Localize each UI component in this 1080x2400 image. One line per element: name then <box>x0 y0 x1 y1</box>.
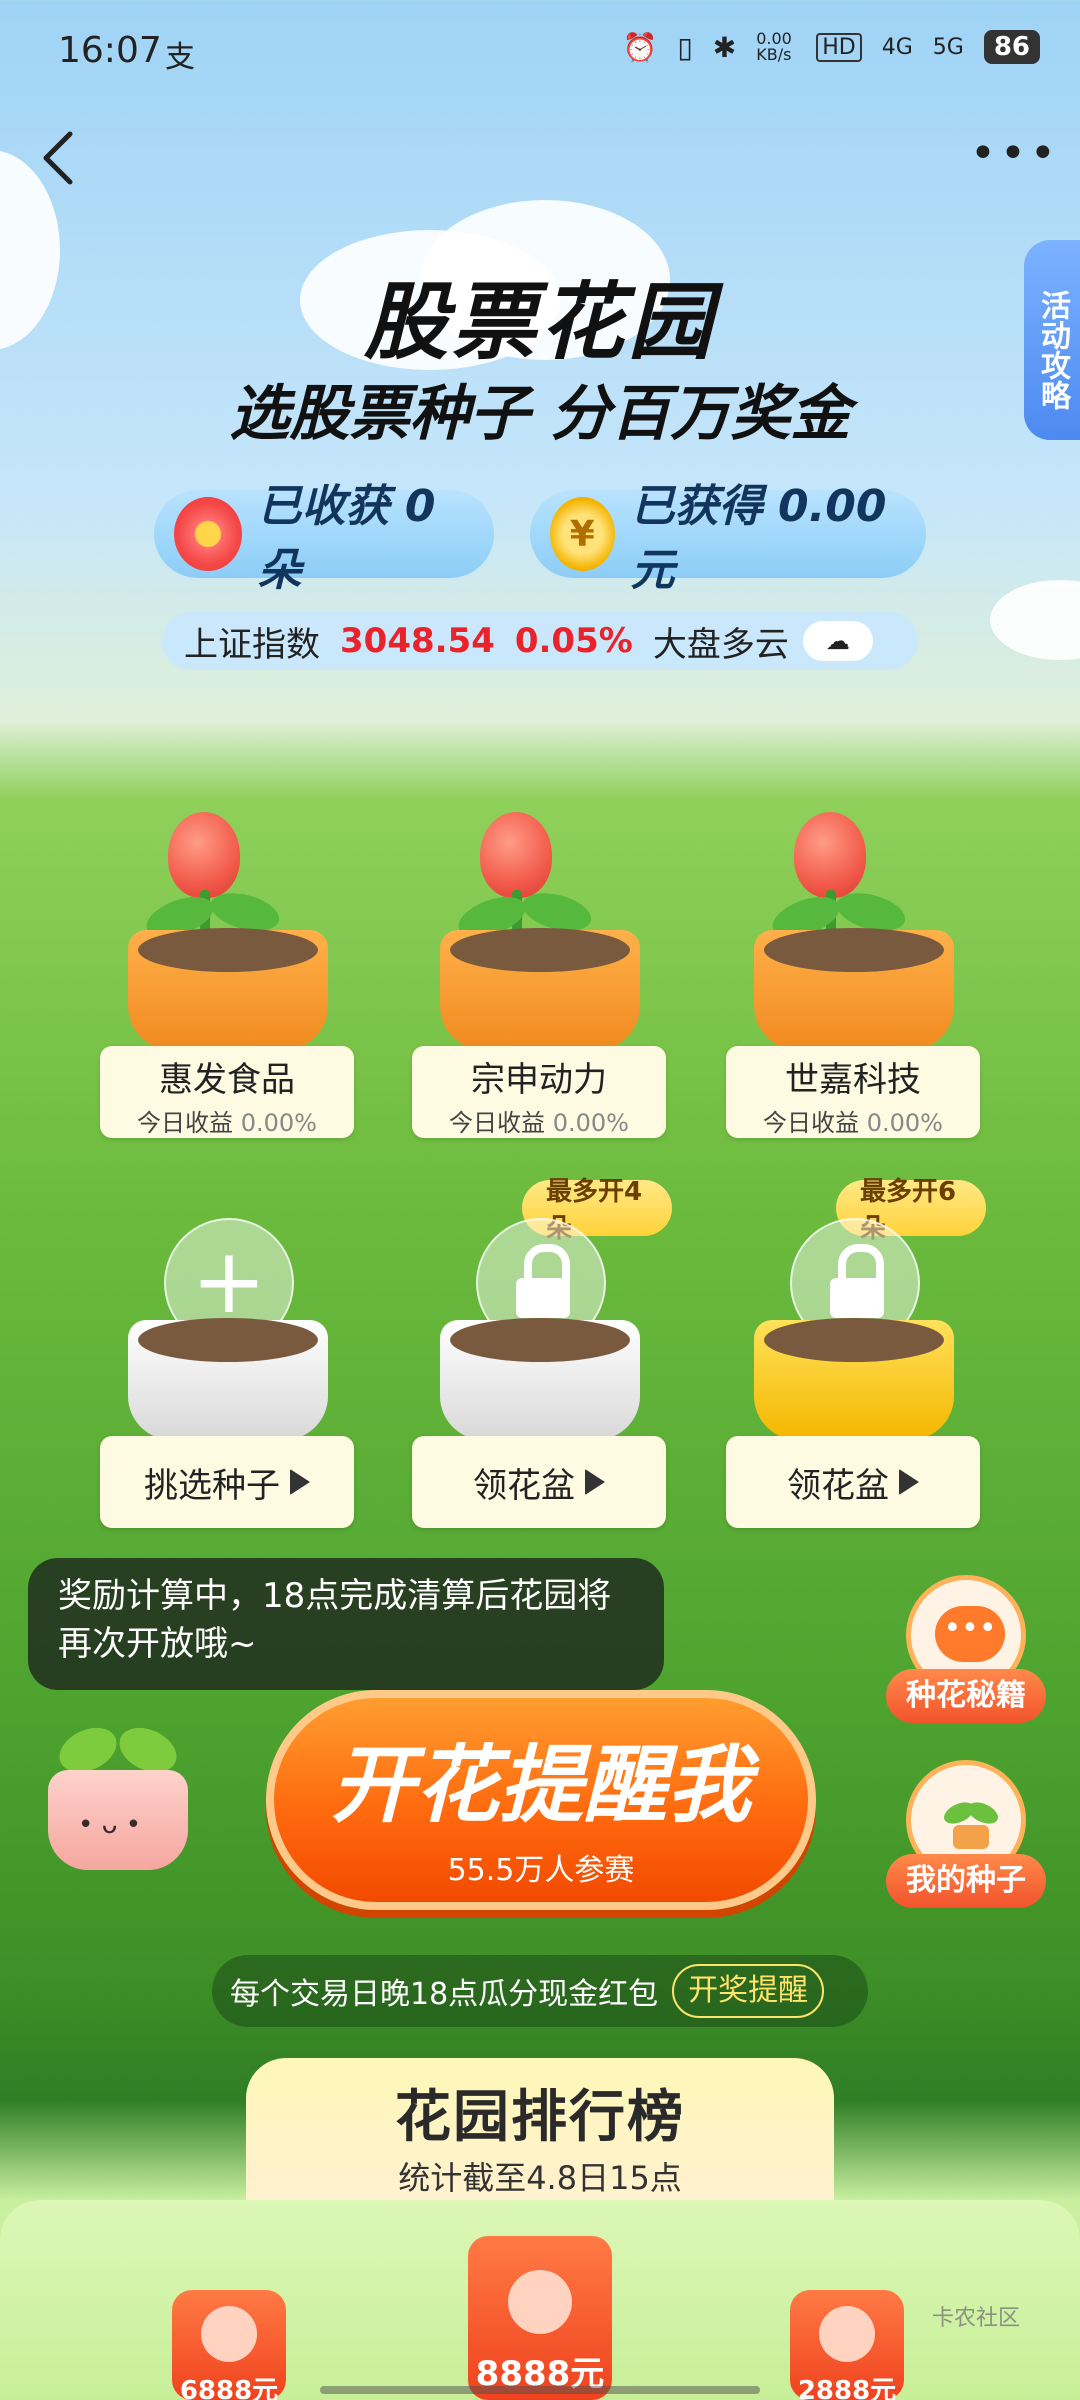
clock: 16:07 <box>58 30 162 71</box>
action-label: 挑选种子 <box>144 1465 280 1506</box>
empty-pot-locked-2[interactable]: 最多开6朵 领花盆 <box>726 1177 986 1530</box>
planting-tips-label: 种花秘籍 <box>886 1669 1046 1723</box>
prize-envelope-2nd[interactable]: 6888元 <box>172 2290 286 2400</box>
empty-pot-pick-seed[interactable]: + 挑选种子 <box>100 1180 360 1530</box>
stock-name: 宗申动力 <box>471 1060 607 1100</box>
hd-icon: HD <box>816 32 862 62</box>
earn-value: 0.00% <box>240 1109 317 1137</box>
earn-value: 0.00% <box>552 1109 629 1137</box>
stock-card: 宗申动力 今日收益 0.00% <box>412 1046 666 1138</box>
tulip-icon <box>168 812 240 898</box>
index-value: 3048.54 <box>340 621 495 661</box>
daily-notice-bar: 每个交易日晚18点瓜分现金红包 开奖提醒 <box>212 1955 868 2027</box>
alarm-icon: ⏰ <box>622 30 658 64</box>
battery-icon: 86 <box>983 30 1040 64</box>
net-speed: 0.00 KB/s <box>756 29 792 64</box>
my-seeds-button[interactable]: 我的种子 <box>886 1760 1046 1908</box>
index-name: 上证指数 <box>184 624 320 665</box>
harvested-text: 已收获 0 朵 <box>257 481 436 596</box>
signal-5g-icon: 5G <box>932 34 964 60</box>
harvested-pill: 已收获 0 朵 <box>154 481 494 596</box>
bluetooth-icon: ✱ <box>712 30 737 64</box>
watermark: 卡农社区 <box>931 2306 1020 2331</box>
coin-icon: ¥ <box>550 497 615 571</box>
draw-reminder-button[interactable]: 开奖提醒 <box>672 1964 825 2018</box>
more-button[interactable]: ••• <box>970 128 1056 188</box>
mascot-image: • ᴗ • <box>38 1719 198 1870</box>
chevron-left-icon <box>43 131 73 185</box>
bloom-reminder-button[interactable]: 开花提醒我 55.5万人参赛 <box>266 1690 816 1910</box>
vibrate-icon: ▯ <box>677 30 693 64</box>
status-bar: 16:07 支 ⏰ ▯ ✱ 0.00 KB/s HD 4G 5G 86 <box>0 0 1080 110</box>
signal-4g-icon: 4G <box>881 34 913 60</box>
ranking-subtitle: 统计截至4.8日15点 <box>398 2159 682 2197</box>
action-label: 领花盆 <box>787 1465 889 1506</box>
planted-pot-2[interactable]: 宗申动力 今日收益 0.00% <box>412 800 672 1150</box>
prize-envelope-1st[interactable]: 8888元 <box>468 2236 612 2400</box>
earn-label: 今日收益 <box>449 1109 546 1137</box>
market-index-bar: 上证指数 3048.54 0.05% 大盘多云 ☁ <box>162 612 918 670</box>
ranking-header: 花园排行榜 统计截至4.8日15点 <box>246 2058 834 2208</box>
earn-label: 今日收益 <box>137 1109 234 1137</box>
prize-amount: 2888元 <box>797 2376 897 2400</box>
flower-emblem-icon <box>508 2270 572 2334</box>
alipay-icon: 支 <box>165 40 195 75</box>
prize-amount: 6888元 <box>179 2376 279 2400</box>
flower-emblem-icon <box>201 2306 257 2362</box>
earned-pill: ¥ 已获得 0.00 元 <box>530 481 926 596</box>
play-icon <box>290 1469 310 1495</box>
cloud-icon: ☁ <box>802 621 873 661</box>
pick-seed-button[interactable]: 挑选种子 <box>100 1436 354 1528</box>
stock-name: 世嘉科技 <box>785 1060 921 1100</box>
prize-envelope-3rd[interactable]: 2888元 <box>790 2290 904 2400</box>
page-subtitle: 选股票种子 分百万奖金 <box>229 379 851 449</box>
bloom-reminder-label: 开花提醒我 <box>330 1736 751 1834</box>
tulip-icon <box>794 812 866 898</box>
empty-pot-locked-1[interactable]: 最多开4朵 领花盆 <box>412 1177 672 1530</box>
earn-label: 今日收益 <box>763 1109 860 1137</box>
get-pot-button[interactable]: 领花盆 <box>412 1436 666 1528</box>
flower-emblem-icon <box>819 2306 875 2362</box>
market-weather: 大盘多云 <box>652 624 789 665</box>
notice-text: 每个交易日晚18点瓜分现金红包 <box>230 1977 659 2012</box>
home-indicator[interactable] <box>320 2386 760 2394</box>
stock-card: 惠发食品 今日收益 0.00% <box>100 1046 354 1138</box>
tulip-icon <box>480 812 552 898</box>
sprout-icon <box>941 1795 1001 1851</box>
planted-pot-1[interactable]: 惠发食品 今日收益 0.00% <box>100 800 360 1150</box>
my-seeds-label: 我的种子 <box>886 1854 1046 1908</box>
index-change: 0.05% <box>514 621 633 661</box>
chat-icon: ••• <box>935 1606 1005 1662</box>
participants-count: 55.5万人参赛 <box>447 1853 635 1888</box>
flower-icon <box>174 497 242 571</box>
ranking-title: 花园排行榜 <box>395 2085 685 2150</box>
earned-text: 已获得 0.00 元 <box>630 481 887 596</box>
ranking-panel: 6888元 8888元 2888元 <box>0 2200 1080 2400</box>
earn-value: 0.00% <box>866 1109 943 1137</box>
planting-tips-button[interactable]: ••• 种花秘籍 <box>886 1575 1046 1723</box>
action-label: 领花盆 <box>473 1465 575 1506</box>
get-pot-button[interactable]: 领花盆 <box>726 1436 980 1528</box>
page-title: 股票花园 <box>363 273 716 371</box>
planted-pot-3[interactable]: 世嘉科技 今日收益 0.00% <box>726 800 986 1150</box>
back-button[interactable] <box>38 128 78 188</box>
mascot-face: • ᴗ • <box>78 1810 142 1840</box>
system-icons: ⏰ ▯ ✱ 0.00 KB/s HD 4G 5G 86 <box>622 30 1040 64</box>
status-bubble: 奖励计算中，18点完成清算后花园将再次开放哦~ <box>28 1558 664 1690</box>
stock-name: 惠发食品 <box>159 1060 295 1100</box>
stock-card: 世嘉科技 今日收益 0.00% <box>726 1046 980 1138</box>
play-icon <box>585 1469 605 1495</box>
play-icon <box>899 1469 919 1495</box>
